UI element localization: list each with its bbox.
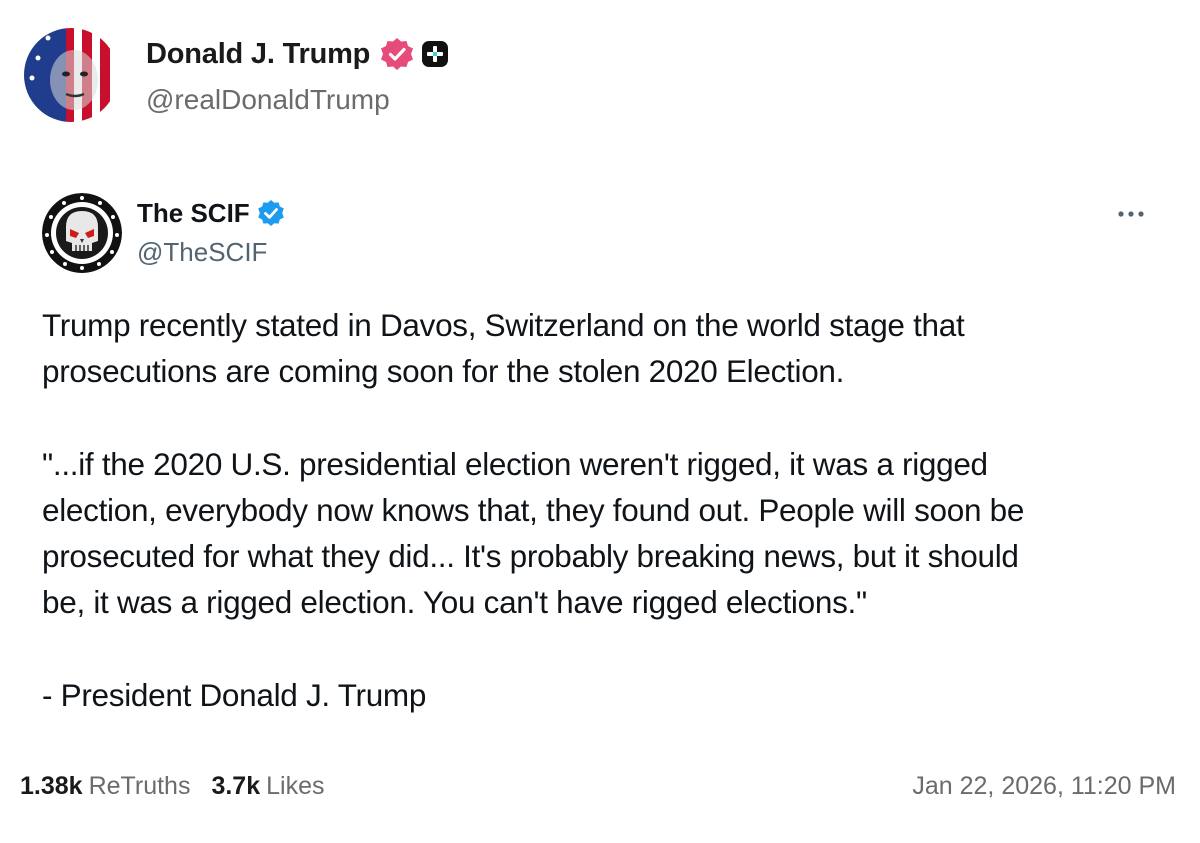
author-name-row: Donald J. Trump xyxy=(146,34,449,74)
verified-badge-icon xyxy=(381,38,414,70)
more-options-icon[interactable] xyxy=(1112,200,1150,228)
post-paragraph: Trump recently stated in Davos, Switzerl… xyxy=(42,307,965,389)
avatar-flag-portrait-icon xyxy=(24,28,118,122)
quoted-author-avatar[interactable] xyxy=(42,193,122,273)
plus-badge-icon xyxy=(422,41,449,67)
post-paragraph: - President Donald J. Trump xyxy=(42,677,427,713)
author-avatar[interactable] xyxy=(24,28,118,122)
quoted-author-name[interactable]: The SCIF xyxy=(137,198,250,229)
author-name[interactable]: Donald J. Trump xyxy=(146,38,370,71)
likes-label: Likes xyxy=(266,772,325,800)
post-timestamp[interactable]: Jan 22, 2026, 11:20 PM xyxy=(912,772,1176,801)
verified-badge-icon xyxy=(257,200,284,226)
quoted-author-name-row: The SCIF xyxy=(137,196,285,230)
author-handle[interactable]: @realDonaldTrump xyxy=(146,84,390,116)
retruths-count: 1.38k xyxy=(20,772,83,800)
quoted-author-handle[interactable]: @TheSCIF xyxy=(137,237,267,268)
post-paragraph: "...if the 2020 U.S. presidential electi… xyxy=(42,446,1025,620)
retruths-label: ReTruths xyxy=(88,772,191,800)
likes-count: 3.7k xyxy=(211,772,261,800)
avatar-skull-emblem-icon xyxy=(42,193,122,273)
likes-stat[interactable]: 3.7k Likes xyxy=(211,772,324,801)
engagement-stats: 1.38k ReTruths 3.7k Likes xyxy=(20,772,325,801)
retruths-stat[interactable]: 1.38k ReTruths xyxy=(20,772,190,801)
post-footer: 1.38k ReTruths 3.7k Likes Jan 22, 2026, 11… xyxy=(0,752,1200,843)
quoted-post-text: Trump recently stated in Davos, Switzerl… xyxy=(42,302,1172,718)
